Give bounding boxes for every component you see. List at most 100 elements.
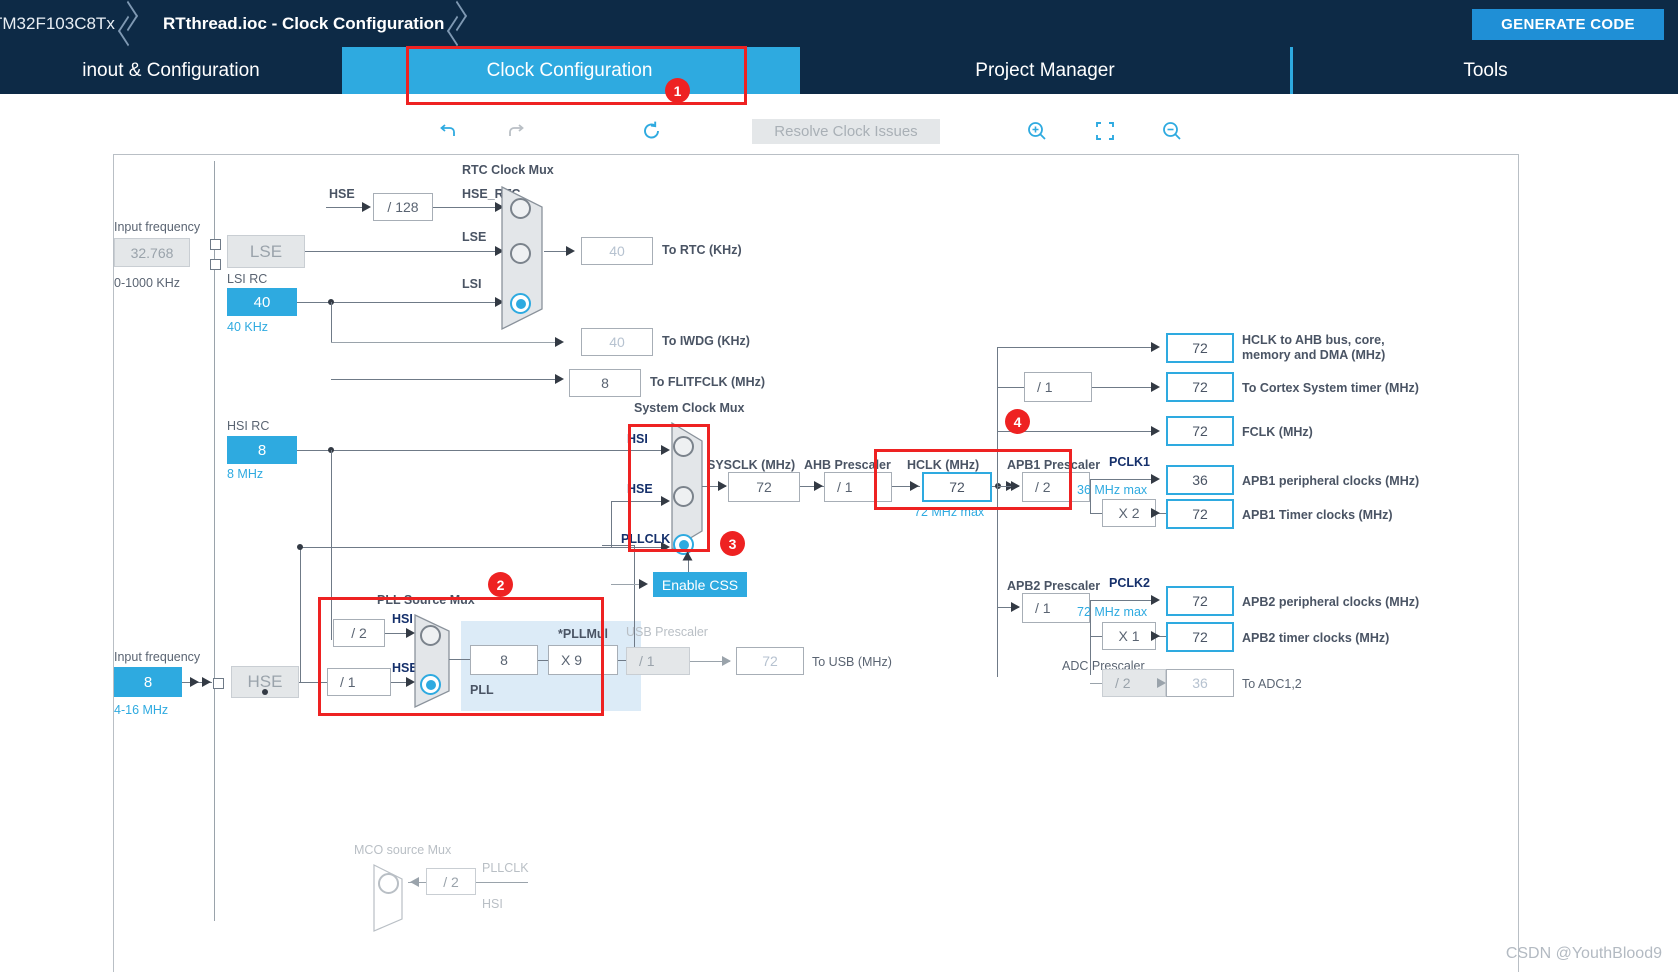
wire-arrow <box>1011 602 1020 612</box>
cortex-prescaler-dropdown[interactable]: / 1 <box>1024 372 1092 402</box>
wire-arrow <box>1151 426 1160 436</box>
wire-hse-riser <box>300 547 301 682</box>
usb-prescaler-dropdown[interactable]: / 1 <box>626 647 690 675</box>
clock-tree-canvas[interactable]: Input frequency 32.768 0-1000 KHz LSE LS… <box>113 154 1519 972</box>
wire-div128-to-mux <box>433 207 499 208</box>
redo-icon[interactable] <box>500 114 534 148</box>
sysclk-field[interactable]: 72 <box>728 472 800 502</box>
fclk-output-field[interactable]: 72 <box>1166 416 1234 446</box>
rtc-mux-option-hse-rtc[interactable] <box>510 198 531 219</box>
cortex-timer-output-field[interactable]: 72 <box>1166 372 1234 402</box>
lse-input-frequency-field[interactable]: 32.768 <box>114 238 190 267</box>
hclk-max-label: 72 MHz max <box>914 505 985 519</box>
rtc-mux-option-lsi[interactable] <box>510 293 531 314</box>
adc-output-label: To ADC1,2 <box>1242 677 1302 691</box>
to-flitfclk-output-label: To FLITFCLK (MHz) <box>650 375 766 389</box>
breadcrumb-mcu[interactable]: TM32F103C8Tx <box>0 0 141 47</box>
wire-arrow <box>362 202 371 212</box>
mco-source-mux-title: MCO source Mux <box>354 843 452 857</box>
bus-line-left <box>214 161 215 921</box>
wire-hse-bus-to-sysmux <box>300 547 667 548</box>
apb1-timer-multiplier[interactable]: X 2 <box>1102 499 1156 527</box>
wire-hclk-to-cortex-div <box>997 387 1024 388</box>
tab-project-manager[interactable]: Project Manager <box>800 47 1290 94</box>
lsi-frequency-field[interactable]: 40 <box>227 288 297 316</box>
hse-input-frequency-label: Input frequency <box>114 650 201 664</box>
ahb-prescaler-dropdown[interactable]: / 1 <box>824 472 892 502</box>
chevron-right-icon <box>444 0 470 47</box>
mco-divider[interactable]: / 2 <box>426 868 476 895</box>
pllmul-dropdown[interactable]: X 9 <box>548 645 618 675</box>
usb-output-field[interactable]: 72 <box>736 647 804 675</box>
sysmux-option-hsi[interactable] <box>673 436 694 457</box>
wire-pllmux-to-pll <box>449 659 471 660</box>
rtc-hse-label: HSE <box>329 187 355 201</box>
hclk-ahb-output-field[interactable]: 72 <box>1166 333 1234 363</box>
to-rtc-output-field[interactable]: 40 <box>581 237 653 265</box>
tab-tools[interactable]: Tools <box>1293 47 1678 94</box>
hclk-field[interactable]: 72 <box>922 472 992 502</box>
hclk-ahb-output-label: HCLK to AHB bus, core, <box>1242 333 1385 347</box>
adc-output-field[interactable]: 36 <box>1166 669 1234 697</box>
apb2-timer-multiplier[interactable]: X 1 <box>1102 622 1156 650</box>
fit-screen-icon[interactable] <box>1088 114 1122 148</box>
wire-arrow <box>1151 631 1160 641</box>
pll-mux-option-hsi[interactable] <box>420 625 441 646</box>
pll-mux-option-hse[interactable] <box>420 674 441 695</box>
to-iwdg-output-field[interactable]: 40 <box>581 328 653 356</box>
zoom-in-icon[interactable] <box>1020 114 1054 148</box>
wire-arrow <box>722 656 731 666</box>
wire-mco-out <box>476 882 528 883</box>
hsi-frequency-field[interactable]: 8 <box>227 436 297 464</box>
pll-input-frequency-field[interactable]: 8 <box>470 645 538 675</box>
tab-clock-configuration[interactable]: Clock Configuration <box>342 47 797 94</box>
sysclk-label: SYSCLK (MHz) <box>707 458 796 472</box>
undo-icon[interactable] <box>430 114 464 148</box>
reset-icon[interactable] <box>635 114 669 148</box>
rtc-lse-label: LSE <box>462 230 487 244</box>
apb1-timer-output-field[interactable]: 72 <box>1166 499 1234 529</box>
pll-label: PLL <box>470 683 494 697</box>
wire-hclk-bus <box>997 347 998 677</box>
wire-arrow <box>202 677 211 687</box>
pll-hse-divider-dropdown[interactable]: / 1 <box>327 668 391 696</box>
hse-frequency-field[interactable]: 8 <box>114 667 182 697</box>
rtc-lsi-label: LSI <box>462 277 482 291</box>
rtc-hse-divider[interactable]: / 128 <box>373 193 433 221</box>
apb2-peripheral-output-field[interactable]: 72 <box>1166 586 1234 616</box>
mco-hsi-label: HSI <box>482 897 503 911</box>
resolve-clock-issues-button[interactable]: Resolve Clock Issues <box>752 119 940 144</box>
chevron-right-icon <box>115 0 141 47</box>
sysmux-option-hse[interactable] <box>673 486 694 507</box>
wire-arrow <box>1151 508 1160 518</box>
enable-css-button[interactable]: Enable CSS <box>653 572 747 597</box>
hsi-unit-label: 8 MHz <box>227 467 264 481</box>
annotation-marker-2: 2 <box>488 572 513 597</box>
rtc-clock-mux-title: RTC Clock Mux <box>462 163 554 177</box>
apb1-max-label: 36 MHz max <box>1077 483 1148 497</box>
lse-oscillator-box[interactable]: LSE <box>227 235 305 268</box>
to-rtc-output-label: To RTC (KHz) <box>662 243 742 257</box>
mco-pllclk-label: PLLCLK <box>482 861 529 875</box>
rtc-mux-option-lse[interactable] <box>510 243 531 264</box>
to-flitfclk-output-field[interactable]: 8 <box>569 369 641 397</box>
wire-junction <box>297 544 303 550</box>
to-iwdg-output-label: To IWDG (KHz) <box>662 334 750 348</box>
pll-hsi-divider[interactable]: / 2 <box>333 619 385 647</box>
breadcrumb-file[interactable]: RTthread.ioc - Clock Configuration <box>163 0 470 47</box>
zoom-out-icon[interactable] <box>1155 114 1189 148</box>
lse-range-label: 0-1000 KHz <box>114 276 181 290</box>
apb1-peripheral-output-field[interactable]: 36 <box>1166 465 1234 495</box>
apb2-timer-output-field[interactable]: 72 <box>1166 622 1234 652</box>
hclk-label: HCLK (MHz) <box>907 458 980 472</box>
wire-arrow <box>1157 678 1166 688</box>
generate-code-button[interactable]: GENERATE CODE <box>1472 9 1664 40</box>
pll-hsi-label: HSI <box>392 612 413 626</box>
system-clock-mux-title: System Clock Mux <box>634 401 745 415</box>
wire-arrow <box>682 551 693 561</box>
hse-pin-tick <box>213 678 224 689</box>
wire-apb1-to-x2 <box>1090 513 1102 514</box>
mco-mux-option-pllclk[interactable] <box>378 873 399 894</box>
tab-pinout-configuration[interactable]: inout & Configuration <box>0 47 342 94</box>
apb2-peripheral-output-label: APB2 peripheral clocks (MHz) <box>1242 595 1420 609</box>
